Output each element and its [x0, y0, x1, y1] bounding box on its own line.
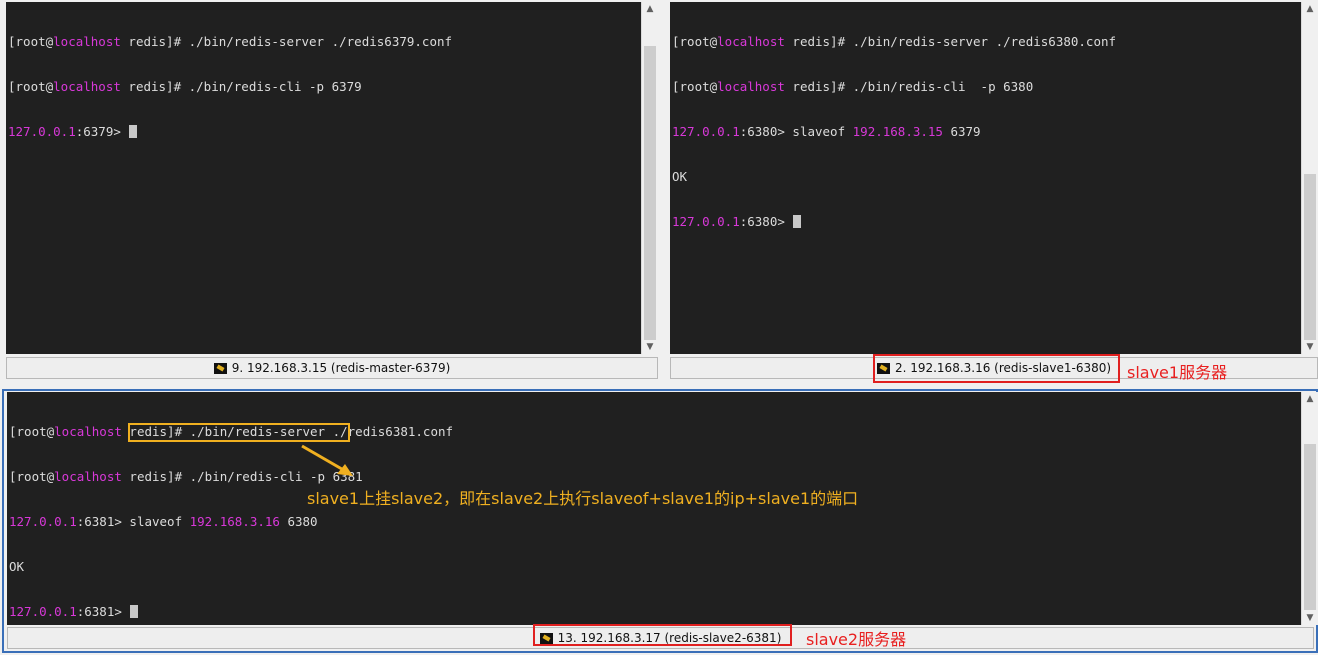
terminal-line: [root@localhost redis]# ./bin/redis-cli …	[8, 79, 362, 94]
highlight-box-slave2	[533, 624, 792, 646]
scrollbar-thumb[interactable]	[644, 46, 656, 340]
text-cursor	[130, 605, 139, 618]
terminal-line: [root@localhost redis]# ./bin/redis-cli …	[672, 79, 1034, 94]
slave2-server-label: slave2服务器	[806, 630, 907, 649]
annotation-arrow	[301, 444, 353, 476]
arrow-down-icon[interactable]: ▼	[642, 340, 658, 354]
terminal-command-line: 127.0.0.1:6380> slaveof 192.168.3.15 637…	[672, 124, 981, 139]
hostname: localhost	[53, 79, 121, 94]
terminal-response: OK	[672, 169, 688, 184]
hostname: localhost	[53, 34, 121, 49]
session-label: 9. 192.168.3.15 (redis-master-6379)	[231, 361, 451, 375]
terminal-pane-slave1[interactable]: [root@localhost redis]# ./bin/redis-serv…	[665, 0, 1318, 383]
arrow-up-icon[interactable]: ▲	[1302, 2, 1318, 16]
terminal-output-slave1[interactable]: [root@localhost redis]# ./bin/redis-serv…	[670, 2, 1307, 354]
arrow-head	[337, 464, 353, 476]
scrollbar-slave2[interactable]: ▲ ▼	[1301, 392, 1318, 625]
hostname: localhost	[54, 469, 122, 484]
hostname: localhost	[54, 424, 122, 439]
terminal-response: OK	[9, 559, 25, 574]
terminal-pane-master[interactable]: [root@localhost redis]# ./bin/redis-serv…	[0, 0, 661, 383]
arrow-up-icon[interactable]: ▲	[1302, 392, 1318, 406]
key-icon	[213, 362, 227, 374]
arrow-down-icon[interactable]: ▼	[1302, 340, 1318, 354]
terminal-line: [root@localhost redis]# ./bin/redis-cli …	[9, 469, 363, 484]
scrollbar-thumb[interactable]	[1304, 444, 1316, 610]
hostname: localhost	[717, 34, 785, 49]
scrollbar-slave1[interactable]: ▲ ▼	[1301, 2, 1318, 354]
terminal-prompt: 127.0.0.1:6381>	[9, 604, 1301, 619]
hostname: localhost	[717, 79, 785, 94]
scrollbar-master[interactable]: ▲ ▼	[641, 2, 658, 354]
terminal-line: [root@localhost redis]# ./bin/redis-serv…	[672, 34, 1117, 49]
arrow-up-icon[interactable]: ▲	[642, 2, 658, 16]
session-status-bar-master[interactable]: 9. 192.168.3.15 (redis-master-6379)	[6, 357, 658, 379]
annotation-note: slave1上挂slave2，即在slave2上执行slaveof+slave1…	[307, 489, 859, 508]
terminal-prompt: 127.0.0.1:6380>	[672, 214, 1307, 229]
highlight-box-slave1	[873, 354, 1120, 383]
text-cursor	[793, 215, 802, 228]
arrow-down-icon[interactable]: ▼	[1302, 611, 1318, 625]
terminal-output-master[interactable]: [root@localhost redis]# ./bin/redis-serv…	[6, 2, 641, 354]
scrollbar-thumb[interactable]	[1304, 174, 1316, 340]
text-cursor	[129, 125, 138, 138]
terminal-command-line: 127.0.0.1:6381> slaveof 192.168.3.16 638…	[9, 514, 318, 529]
terminal-line: [root@localhost redis]# ./bin/redis-serv…	[8, 34, 453, 49]
terminal-prompt: 127.0.0.1:6379>	[8, 124, 641, 139]
arrow-line	[301, 444, 348, 474]
slave1-server-label: slave1服务器	[1127, 363, 1228, 382]
